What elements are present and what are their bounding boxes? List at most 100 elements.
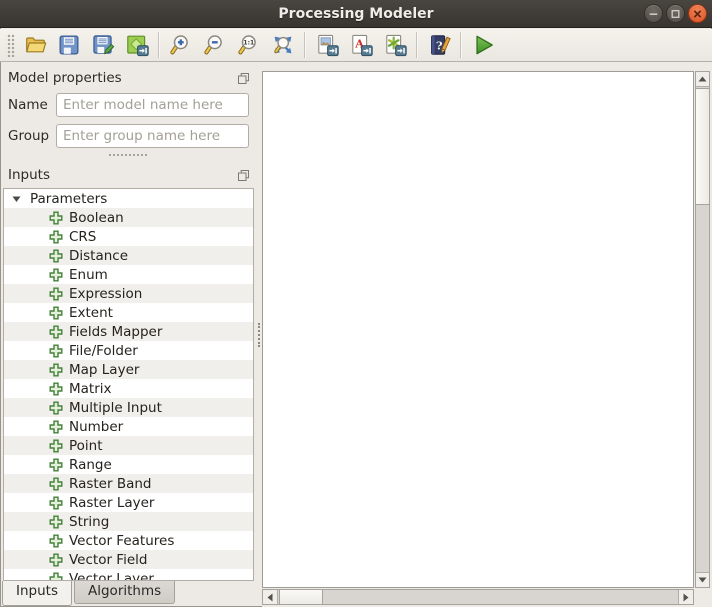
run-model-button[interactable] bbox=[467, 30, 499, 60]
zoom-full-icon bbox=[271, 33, 295, 57]
tree-item-parameters[interactable]: Parameters bbox=[4, 189, 253, 208]
tree-item-map-layer[interactable]: Map Layer bbox=[4, 360, 253, 379]
zoom-in-button[interactable] bbox=[165, 30, 197, 60]
folder-open-icon bbox=[23, 33, 48, 57]
add-parameter-icon bbox=[49, 439, 63, 453]
export-as-pdf-button[interactable]: A bbox=[345, 30, 377, 60]
arrow-up-icon bbox=[698, 76, 707, 82]
titlebar[interactable]: Processing Modeler bbox=[0, 0, 712, 28]
model-canvas[interactable] bbox=[262, 71, 694, 588]
add-parameter-icon bbox=[49, 306, 63, 320]
scroll-up-button[interactable] bbox=[696, 72, 709, 87]
toolbar-drag-handle[interactable] bbox=[6, 33, 15, 57]
add-parameter-icon bbox=[49, 230, 63, 244]
zoom-actual-size-button[interactable]: 1:1 bbox=[233, 30, 265, 60]
tree-item-label: Boolean bbox=[69, 210, 124, 226]
export-badge-icon bbox=[328, 46, 339, 56]
tree-item-boolean[interactable]: Boolean bbox=[4, 208, 253, 227]
export-as-svg-button[interactable] bbox=[379, 30, 411, 60]
horizontal-splitter-handle[interactable] bbox=[109, 151, 147, 159]
scroll-right-button[interactable] bbox=[678, 590, 693, 604]
horizontal-scrollbar[interactable] bbox=[262, 589, 694, 605]
float-panel-icon bbox=[238, 73, 249, 84]
tree-item-string[interactable]: String bbox=[4, 512, 253, 531]
maximize-button[interactable] bbox=[666, 4, 685, 23]
tree-item-expression[interactable]: Expression bbox=[4, 284, 253, 303]
save-model-button[interactable] bbox=[53, 30, 85, 60]
add-parameter-icon bbox=[49, 401, 63, 415]
tree-item-multiple-input[interactable]: Multiple Input bbox=[4, 398, 253, 417]
tree-item-matrix[interactable]: Matrix bbox=[4, 379, 253, 398]
tab-inputs[interactable]: Inputs bbox=[2, 581, 72, 606]
tree-item-label: Distance bbox=[69, 248, 128, 264]
minimize-icon bbox=[645, 5, 662, 23]
window-controls bbox=[644, 4, 707, 23]
tree-item-enum[interactable]: Enum bbox=[4, 265, 253, 284]
add-parameter-icon bbox=[49, 325, 63, 339]
tree-item-label: Range bbox=[69, 457, 112, 473]
export-as-image-button[interactable] bbox=[311, 30, 343, 60]
zoom-in-icon bbox=[169, 33, 193, 57]
tree-item-vector-features[interactable]: Vector Features bbox=[4, 531, 253, 550]
close-icon bbox=[689, 5, 706, 23]
export-badge-icon bbox=[396, 46, 407, 56]
add-parameter-icon bbox=[49, 572, 63, 582]
run-play-icon bbox=[470, 32, 496, 58]
close-button[interactable] bbox=[688, 4, 707, 23]
scroll-down-button[interactable] bbox=[696, 572, 709, 587]
save-model-as-button[interactable] bbox=[87, 30, 119, 60]
export-svg-icon bbox=[383, 33, 407, 57]
tree-item-label: Expression bbox=[69, 286, 142, 302]
zoom-out-button[interactable] bbox=[199, 30, 231, 60]
left-panel: Model properties Name Group Inputs bbox=[0, 62, 256, 607]
tree-item-vector-layer[interactable]: Vector Layer bbox=[4, 569, 253, 581]
open-model-button[interactable] bbox=[19, 30, 51, 60]
scroll-left-button[interactable] bbox=[263, 590, 278, 604]
edit-model-help-button[interactable]: ? bbox=[423, 30, 455, 60]
group-label: Group bbox=[8, 128, 49, 144]
tree-item-distance[interactable]: Distance bbox=[4, 246, 253, 265]
save-model-in-project-button[interactable] bbox=[121, 30, 153, 60]
float-panel-button[interactable] bbox=[237, 72, 249, 84]
tree-item-range[interactable]: Range bbox=[4, 455, 253, 474]
tree-item-label: Vector Features bbox=[69, 533, 174, 549]
tree-item-number[interactable]: Number bbox=[4, 417, 253, 436]
tree-item-fields-mapper[interactable]: Fields Mapper bbox=[4, 322, 253, 341]
tree-item-extent[interactable]: Extent bbox=[4, 303, 253, 322]
name-label: Name bbox=[8, 97, 49, 113]
tree-item-file-folder[interactable]: File/Folder bbox=[4, 341, 253, 360]
model-properties-title: Model properties bbox=[8, 70, 122, 86]
add-parameter-icon bbox=[49, 268, 63, 282]
float-panel-icon bbox=[238, 170, 249, 181]
tree-item-raster-band[interactable]: Raster Band bbox=[4, 474, 253, 493]
float-panel-button[interactable] bbox=[237, 169, 249, 181]
minimize-button[interactable] bbox=[644, 4, 663, 23]
arrow-left-icon bbox=[267, 593, 273, 602]
tree-item-label: Raster Layer bbox=[69, 495, 154, 511]
tree-item-label: Vector Layer bbox=[69, 571, 154, 582]
model-group-input[interactable] bbox=[56, 124, 249, 148]
add-parameter-icon bbox=[49, 249, 63, 263]
tree-item-crs[interactable]: CRS bbox=[4, 227, 253, 246]
inputs-panel-header: Inputs bbox=[8, 167, 249, 183]
model-name-row: Name bbox=[8, 93, 249, 117]
tree-item-vector-field[interactable]: Vector Field bbox=[4, 550, 253, 569]
inputs-tree: Parameters BooleanCRS DistanceEnum Expressi… bbox=[3, 188, 254, 581]
horizontal-scrollbar-thumb[interactable] bbox=[279, 590, 323, 604]
add-parameter-icon bbox=[49, 458, 63, 472]
model-properties-header: Model properties bbox=[8, 70, 249, 86]
zoom-full-button[interactable] bbox=[267, 30, 299, 60]
vertical-scrollbar-thumb[interactable] bbox=[696, 88, 709, 205]
tab-algorithms[interactable]: Algorithms bbox=[74, 581, 175, 604]
toolbar-separator bbox=[304, 32, 306, 58]
vertical-scrollbar[interactable] bbox=[695, 71, 710, 588]
tree-item-label: Raster Band bbox=[69, 476, 152, 492]
tree-item-raster-layer[interactable]: Raster Layer bbox=[4, 493, 253, 512]
collapse-triangle-icon[interactable] bbox=[12, 195, 21, 203]
arrow-right-icon bbox=[683, 593, 689, 602]
model-name-input[interactable] bbox=[56, 93, 249, 117]
add-parameter-icon bbox=[49, 382, 63, 396]
tree-item-point[interactable]: Point bbox=[4, 436, 253, 455]
add-parameter-icon bbox=[49, 515, 63, 529]
export-badge-icon bbox=[362, 46, 373, 56]
